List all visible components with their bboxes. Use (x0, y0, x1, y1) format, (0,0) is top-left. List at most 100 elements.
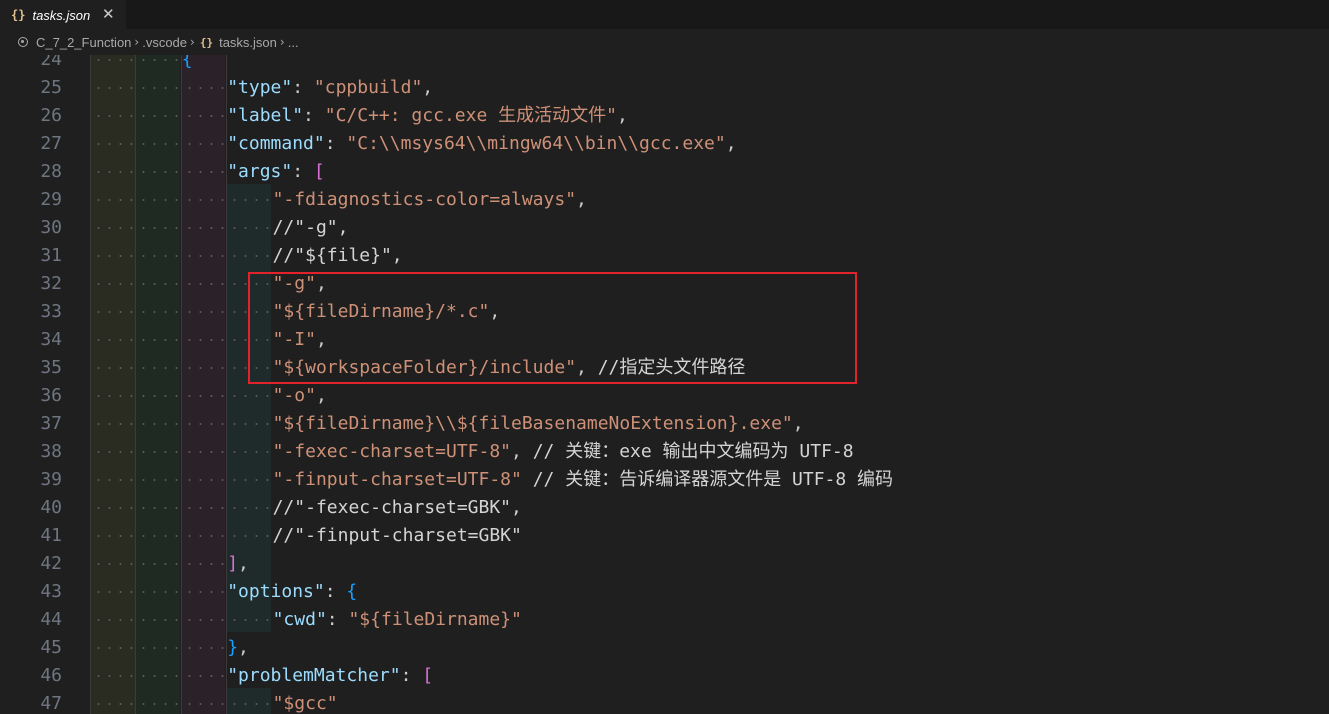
whitespace-dots (180, 367, 225, 369)
line-number: 32 (40, 273, 62, 294)
whitespace-dots (226, 535, 271, 537)
code-token: , (315, 273, 327, 294)
line-number: 24 (40, 55, 62, 70)
close-icon[interactable]: ✕ (102, 5, 115, 23)
code-token: "-g" (272, 273, 316, 294)
code-line: //"${file}", (273, 242, 403, 270)
indent-guide-2 (135, 55, 180, 714)
whitespace-dots (226, 339, 271, 341)
code-token: "cwd" (272, 609, 327, 630)
code-token: "-I" (272, 329, 316, 350)
tab-bar: {} tasks.json ✕ (0, 0, 1329, 29)
whitespace-dots (180, 283, 225, 285)
line-number: 45 (40, 637, 62, 658)
whitespace-dots (90, 87, 134, 89)
code-token: "C/C++: gcc.exe 生成活动文件" (324, 105, 617, 126)
whitespace-dots (135, 227, 180, 229)
breadcrumb-item-project[interactable]: C_7_2_Function (36, 35, 131, 50)
whitespace-dots (135, 87, 180, 89)
tab-tasks-json[interactable]: {} tasks.json ✕ (0, 0, 126, 29)
whitespace-dots (180, 479, 225, 481)
code-token: "C:\\msys64\\mingw64\\bin\\gcc.exe" (346, 133, 726, 154)
line-number: 28 (40, 161, 62, 182)
whitespace-dots (180, 703, 225, 705)
whitespace-dots (135, 675, 180, 677)
breadcrumb-item-vscode[interactable]: .vscode (142, 35, 187, 50)
line-number: 38 (40, 441, 62, 462)
breadcrumb-item-more[interactable]: ... (288, 35, 299, 50)
code-token: : (324, 581, 347, 602)
code-line: "problemMatcher": [ (227, 662, 433, 690)
line-number: 35 (40, 357, 62, 378)
braces-json-icon: {} (199, 35, 214, 49)
whitespace-dots (226, 311, 271, 313)
whitespace-dots (180, 423, 225, 425)
whitespace-dots (90, 171, 134, 173)
whitespace-dots (135, 703, 180, 705)
whitespace-dots (135, 535, 180, 537)
whitespace-dots (90, 675, 134, 677)
whitespace-dots (226, 395, 271, 397)
line-number: 30 (40, 217, 62, 238)
whitespace-dots (135, 479, 180, 481)
code-token: "args" (227, 161, 293, 182)
code-line: "${fileDirname}\\${fileBasenameNoExtensi… (273, 410, 804, 438)
whitespace-dots (226, 227, 271, 229)
whitespace-dots (135, 115, 180, 117)
indent-guide-3 (181, 55, 225, 714)
breadcrumb-item-file[interactable]: tasks.json (219, 35, 277, 50)
whitespace-dots (135, 311, 180, 313)
indent-guide-line (181, 55, 182, 714)
whitespace-dots (226, 507, 271, 509)
code-line: "args": [ (227, 158, 325, 186)
whitespace-dots (135, 367, 180, 369)
code-token: "type" (227, 77, 293, 98)
code-line: //"-finput-charset=GBK" (273, 522, 522, 550)
code-token: : (292, 77, 314, 98)
code-token: "${fileDirname}\\${fileBasenameNoExtensi… (272, 413, 793, 434)
whitespace-dots (90, 283, 134, 285)
whitespace-dots (135, 339, 180, 341)
code-token: "problemMatcher" (227, 665, 401, 686)
whitespace-dots (226, 479, 271, 481)
whitespace-dots (135, 283, 180, 285)
code-token: : (400, 665, 423, 686)
code-line: "command": "C:\\msys64\\mingw64\\bin\\gc… (227, 130, 736, 158)
code-editor[interactable]: 24 {25 "type": "cppbuild", 26 "label": "C/C+… (0, 55, 1329, 714)
line-number: 36 (40, 385, 62, 406)
whitespace-dots (135, 423, 180, 425)
code-line: "-g", (273, 270, 327, 298)
whitespace-dots (180, 199, 225, 201)
whitespace-dots (135, 143, 180, 145)
line-number: 42 (40, 553, 62, 574)
whitespace-dots (135, 591, 180, 593)
whitespace-dots (135, 451, 180, 453)
code-token: , (511, 441, 533, 462)
whitespace-dots (90, 591, 134, 593)
whitespace-dots (90, 199, 134, 201)
code-token: , (489, 301, 501, 322)
code-token: { (346, 581, 358, 602)
whitespace-dots (90, 339, 134, 341)
whitespace-dots (90, 395, 134, 397)
code-token: //"-g", (272, 217, 349, 238)
code-token: [ (313, 161, 325, 182)
chevron-right-icon: › (279, 35, 285, 49)
code-line: //"-g", (273, 214, 349, 242)
whitespace-dots (180, 535, 225, 537)
whitespace-dots (180, 115, 225, 117)
whitespace-dots (90, 479, 134, 481)
code-token: , (576, 357, 598, 378)
code-token: //"-fexec-charset=GBK", (272, 497, 522, 518)
code-line: { (182, 55, 193, 74)
code-token: ] (227, 553, 239, 574)
whitespace-dots (90, 227, 134, 229)
indent-guide-4b (226, 604, 271, 632)
whitespace-dots (90, 311, 134, 313)
whitespace-dots (180, 451, 225, 453)
whitespace-dots (90, 423, 134, 425)
code-line: "label": "C/C++: gcc.exe 生成活动文件", (227, 102, 628, 130)
code-line: "-o", (273, 382, 327, 410)
line-number: 31 (40, 245, 62, 266)
whitespace-dots (135, 619, 180, 621)
